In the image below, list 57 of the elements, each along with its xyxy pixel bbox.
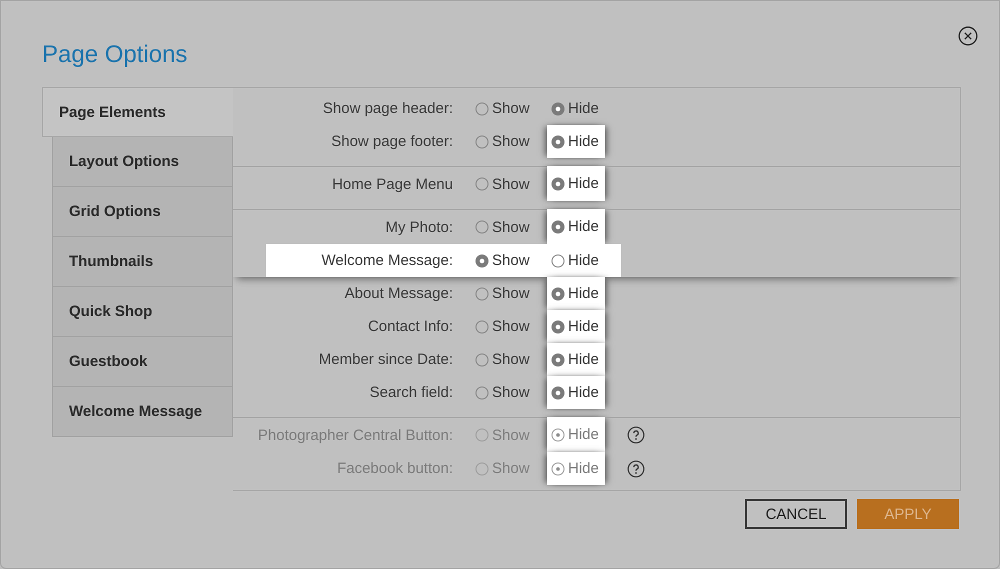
radio[interactable] bbox=[475, 220, 489, 234]
option-label: Member since Date: bbox=[318, 351, 453, 368]
selected-radio[interactable] bbox=[551, 320, 565, 334]
radio-option[interactable]: Show bbox=[475, 252, 530, 269]
radio-option[interactable]: Show bbox=[475, 318, 530, 335]
sidebar-tab[interactable]: Welcome Message bbox=[52, 387, 233, 437]
radio[interactable] bbox=[475, 352, 489, 366]
radio-option[interactable]: Show bbox=[475, 351, 530, 368]
sidebar-tab[interactable]: Layout Options bbox=[52, 137, 233, 187]
dialog-title: Page Options bbox=[42, 40, 188, 70]
radio[interactable] bbox=[475, 177, 489, 191]
radio[interactable] bbox=[475, 320, 489, 334]
sidebar-tab[interactable]: Quick Shop bbox=[52, 287, 233, 337]
selected-radio[interactable] bbox=[551, 286, 565, 300]
radio-option[interactable]: Hide bbox=[551, 351, 599, 368]
option-label: Home Page Menu bbox=[332, 176, 453, 192]
sidebar-tab[interactable]: Guestbook bbox=[52, 337, 233, 387]
selected-radio[interactable] bbox=[551, 352, 565, 366]
sidebar-tab[interactable]: Page Elements bbox=[42, 87, 233, 137]
radio-option[interactable]: Hide bbox=[551, 285, 599, 302]
selected-radio[interactable] bbox=[551, 176, 565, 190]
option-label: My Photo: bbox=[385, 218, 453, 236]
option-label: Photographer Central Button: bbox=[258, 426, 453, 444]
cancel-button[interactable]: CANCEL bbox=[745, 499, 847, 529]
radio-option[interactable]: Show bbox=[475, 176, 530, 192]
radio-option[interactable]: Hide bbox=[551, 318, 599, 335]
option-label: Facebook button: bbox=[337, 460, 453, 477]
option-label: Show page footer: bbox=[331, 133, 453, 150]
radio[interactable] bbox=[475, 386, 489, 400]
sidebar-tab[interactable]: Grid Options bbox=[52, 187, 233, 237]
sidebar-tab[interactable]: Thumbnails bbox=[52, 237, 233, 287]
selected-radio[interactable] bbox=[551, 102, 565, 116]
radio-option[interactable]: Show bbox=[475, 100, 530, 117]
radio-option[interactable]: Hide bbox=[551, 384, 599, 401]
selected-radio[interactable] bbox=[551, 386, 565, 400]
option-label: Contact Info: bbox=[368, 318, 453, 335]
radio[interactable] bbox=[475, 134, 489, 148]
selected-radio[interactable] bbox=[551, 220, 565, 234]
radio-option[interactable]: Hide bbox=[551, 133, 599, 150]
close-icon[interactable] bbox=[958, 26, 978, 46]
selected-radio[interactable] bbox=[475, 254, 489, 268]
radio-option[interactable]: Hide bbox=[551, 252, 599, 269]
option-label: Search field: bbox=[370, 384, 453, 401]
radio-option[interactable]: Show bbox=[475, 133, 530, 150]
radio[interactable] bbox=[475, 286, 489, 300]
radio-option[interactable]: Hide bbox=[551, 100, 599, 117]
radio-option[interactable]: Show bbox=[475, 218, 530, 236]
radio[interactable] bbox=[475, 102, 489, 116]
option-label: Welcome Message: bbox=[322, 252, 453, 269]
radio-option[interactable]: Show bbox=[475, 384, 530, 401]
option-label: About Message: bbox=[344, 285, 453, 302]
radio-option[interactable]: Show bbox=[475, 285, 530, 302]
radio[interactable] bbox=[551, 254, 565, 268]
option-label: Show page header: bbox=[322, 100, 453, 117]
radio-option[interactable]: Hide bbox=[551, 218, 599, 235]
radio-option[interactable]: Hide bbox=[551, 175, 599, 192]
selected-radio[interactable] bbox=[551, 134, 565, 148]
